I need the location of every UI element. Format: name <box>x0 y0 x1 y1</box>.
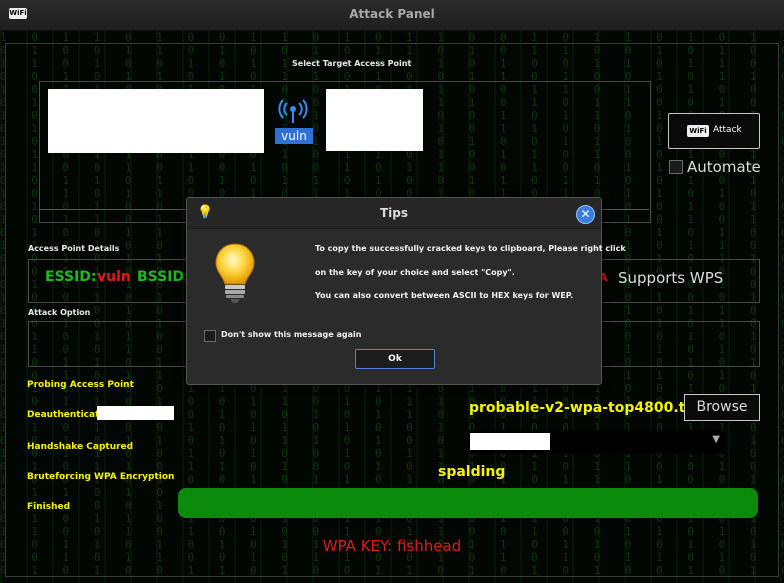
wifi-logo-icon: WiFi <box>687 125 709 137</box>
progress-fill <box>178 488 758 518</box>
essid-value: vuln <box>97 269 131 285</box>
dialog-text-line-1: To copy the successfully cracked keys to… <box>315 244 626 253</box>
close-icon[interactable]: ✕ <box>576 205 595 224</box>
automate-label: Automate <box>687 158 761 176</box>
dialog-text-line-2: on the key of your choice and select "Co… <box>315 268 515 277</box>
wpa-key-result[interactable]: WPA KEY: fishhead <box>0 537 784 555</box>
wordlist-filename: probable-v2-wpa-top4800.txt <box>469 400 702 416</box>
dialog-text-line-3: You can also convert between ASCII to HE… <box>315 291 574 300</box>
vuln-label: vuln <box>275 128 313 144</box>
lightbulb-icon <box>213 242 257 304</box>
dropdown-value <box>470 433 550 450</box>
tips-dialog: 💡 Tips ✕ To copy the successfully cracke… <box>186 197 626 385</box>
automate-checkbox[interactable] <box>669 160 683 174</box>
browse-button[interactable]: Browse <box>684 394 760 421</box>
wifi-signal-icon <box>278 97 308 125</box>
dont-show-checkbox[interactable] <box>204 330 216 342</box>
current-word: spalding <box>438 464 506 480</box>
attack-panel-window: WiFi Attack Panel 1 0 1 1 0 1 0 0 1 1 0 … <box>0 0 784 583</box>
ap-details-label: Access Point Details <box>28 244 120 253</box>
dialog-title-bar: 💡 Tips ✕ <box>187 198 601 229</box>
chevron-down-icon: ▼ <box>712 434 720 445</box>
step-handshake: Handshake Captured <box>27 442 134 452</box>
dialog-title: Tips <box>379 206 409 220</box>
step-finished: Finished <box>27 502 71 512</box>
target-section-label: Select Target Access Point <box>292 59 412 68</box>
interface-dropdown[interactable]: ▼ <box>468 430 726 454</box>
attack-button[interactable]: WiFi Attack <box>668 113 760 149</box>
deauth-status-box <box>97 406 174 420</box>
step-probing: Probing Access Point <box>27 380 134 390</box>
supports-wps-label: Supports WPS <box>618 269 724 287</box>
bssid-label: BSSID: <box>137 269 190 285</box>
title-bar: WiFi Attack Panel <box>0 0 784 31</box>
attack-button-label: Attack <box>713 125 742 135</box>
window-title: Attack Panel <box>349 7 435 21</box>
step-bruteforcing: Bruteforcing WPA Encryption <box>27 472 175 482</box>
ok-button[interactable]: Ok <box>355 349 435 369</box>
dont-show-label: Don't show this message again <box>221 330 362 339</box>
target-ap-list[interactable] <box>48 89 264 153</box>
progress-bar <box>178 488 758 518</box>
target-ap-detail-box <box>326 89 423 151</box>
attack-option-label: Attack Option <box>28 308 91 317</box>
essid-label: ESSID: <box>45 269 97 285</box>
